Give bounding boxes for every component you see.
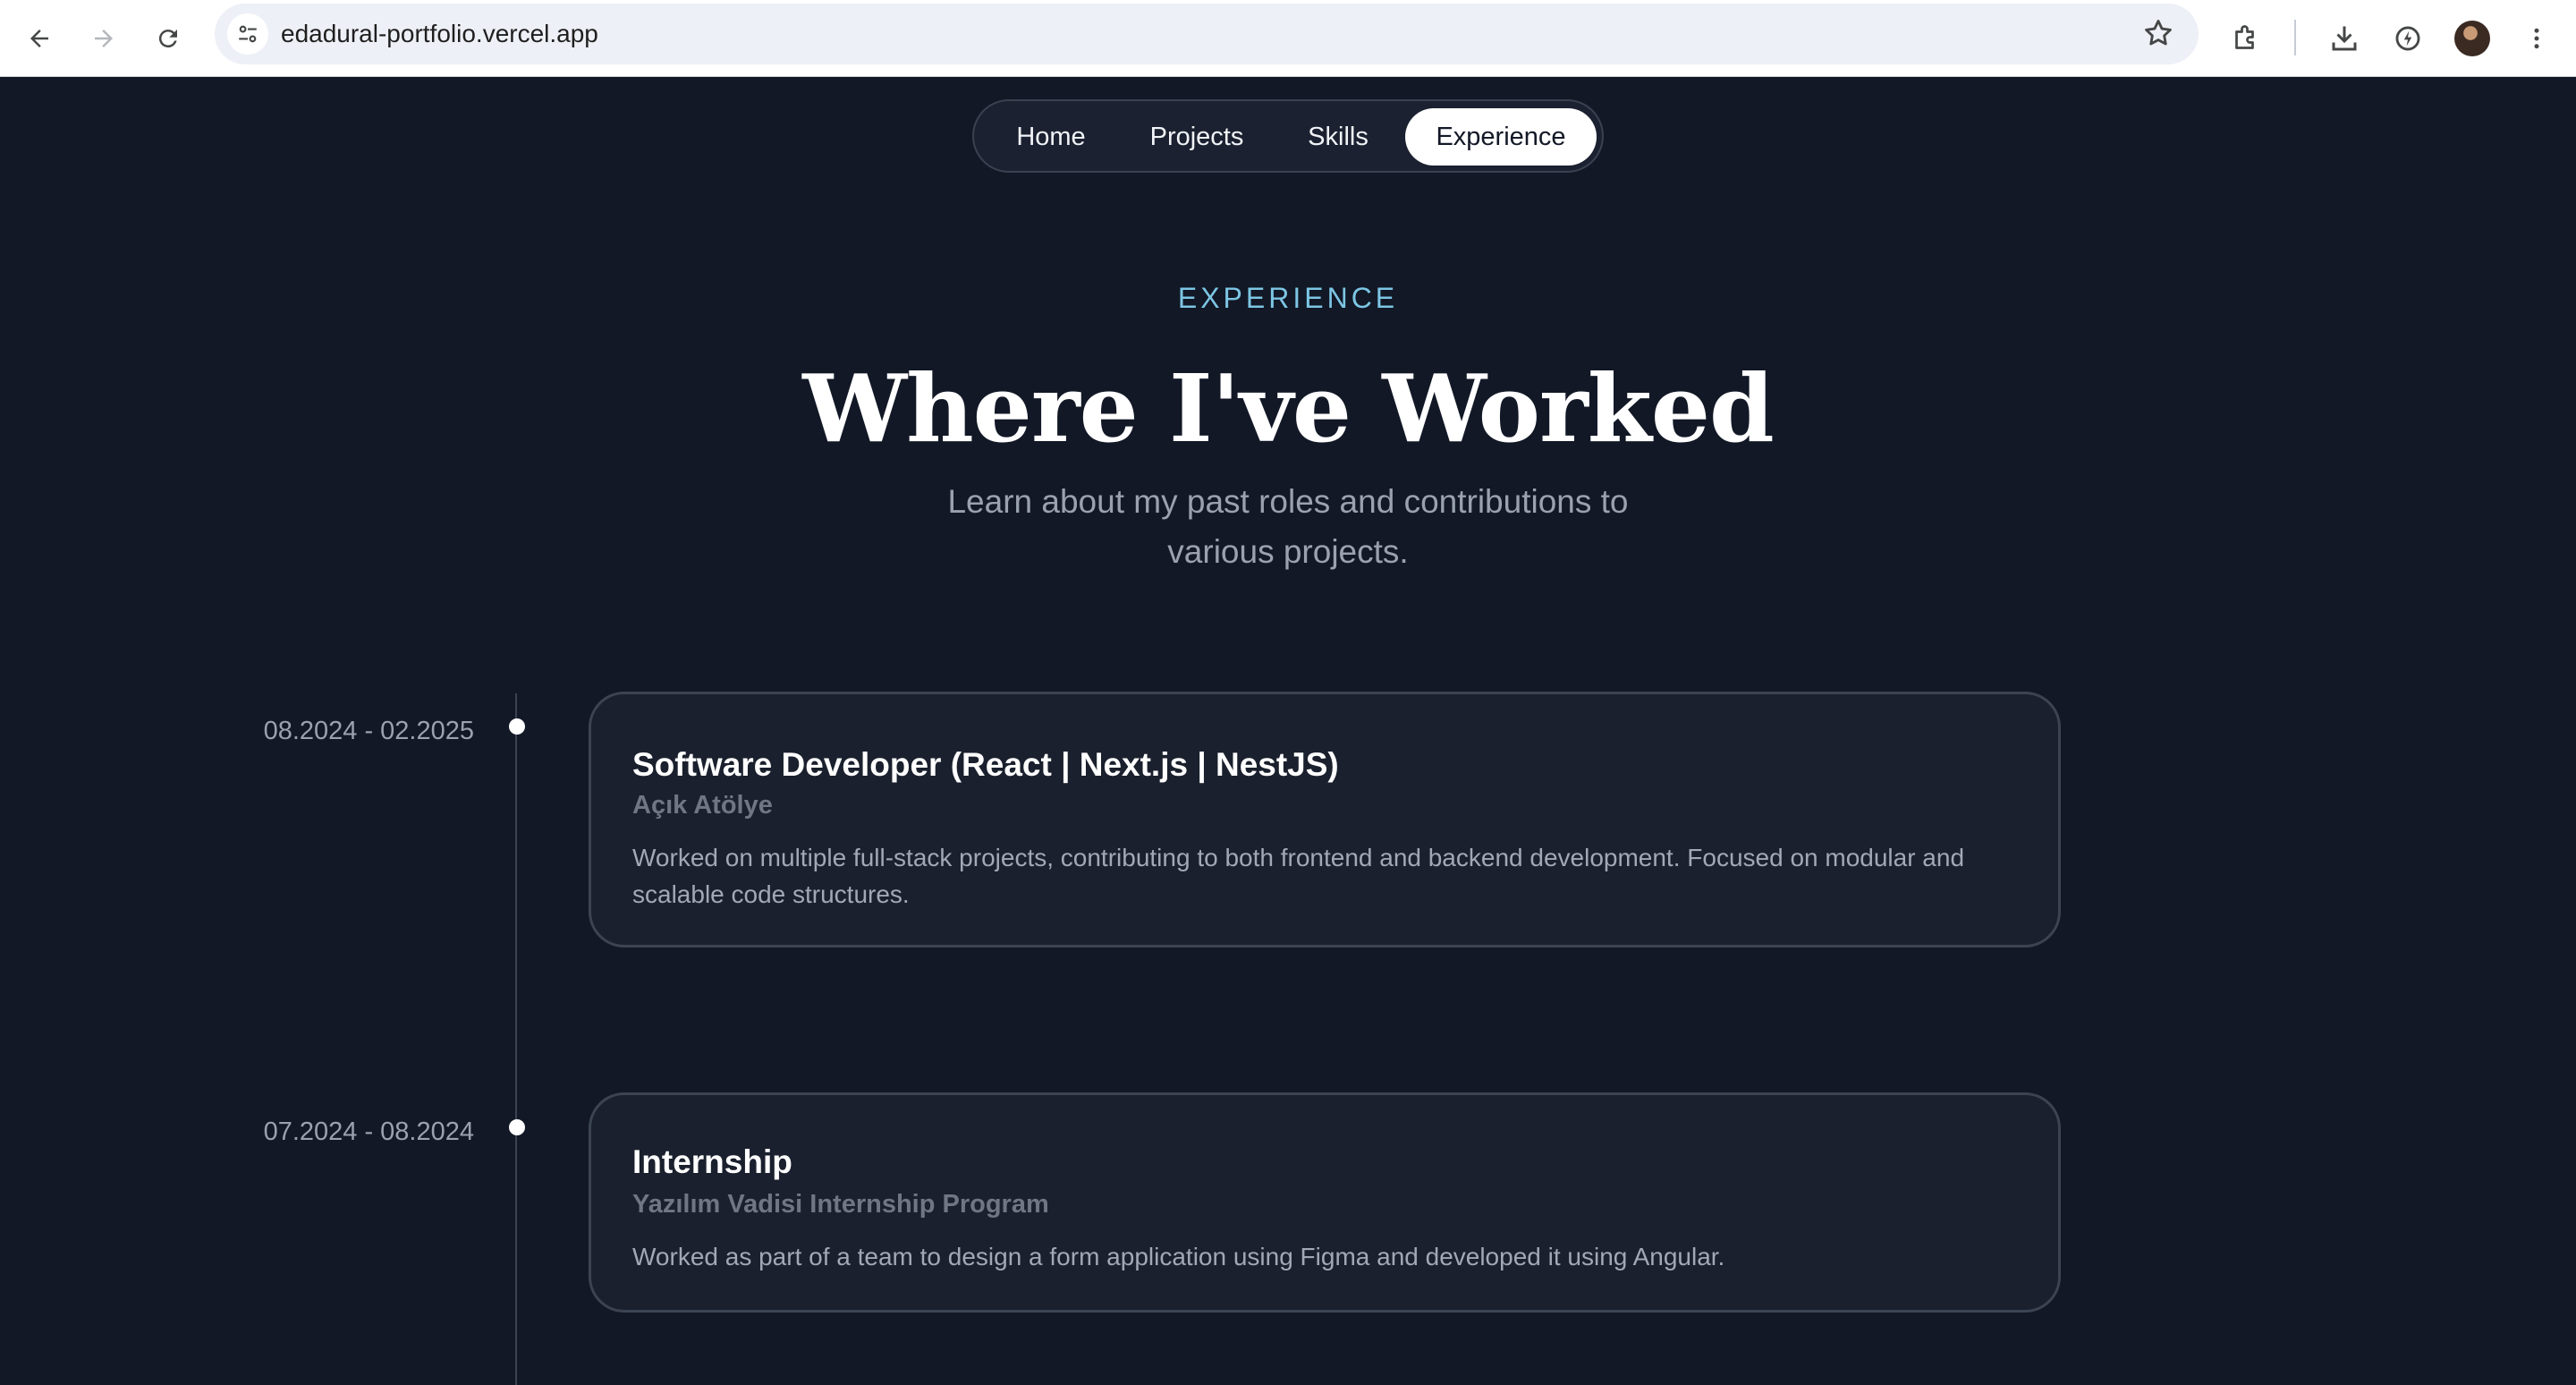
nav-projects[interactable]: Projects — [1126, 108, 1267, 166]
job-title: Software Developer (React | Next.js | Ne… — [632, 746, 1339, 783]
section-title: Where I've Worked — [802, 353, 1774, 463]
reload-icon[interactable] — [144, 14, 192, 63]
back-icon[interactable] — [15, 14, 64, 63]
company-name: Açık Atölye — [632, 791, 773, 820]
experience-card: Software Developer (React | Next.js | Ne… — [589, 692, 2061, 947]
menu-kebab-icon[interactable] — [2512, 14, 2561, 63]
toolbar-divider — [2294, 20, 2296, 55]
section-nav: Home Projects Skills Experience — [972, 99, 1604, 173]
section-eyebrow: EXPERIENCE — [1177, 282, 1399, 314]
timeline-dot — [509, 1119, 525, 1135]
browser-toolbar: edadural-portfolio.vercel.app — [0, 0, 2576, 77]
experience-date: 08.2024 - 02.2025 — [263, 717, 474, 745]
experience-card: Internship Yazılım Vadisi Internship Pro… — [589, 1092, 2061, 1313]
url-text[interactable]: edadural-portfolio.vercel.app — [281, 4, 598, 64]
nav-home[interactable]: Home — [992, 108, 1110, 166]
job-description: Worked as part of a team to design a for… — [632, 1243, 1725, 1270]
extensions-icon[interactable] — [2222, 14, 2270, 63]
profile-avatar[interactable] — [2448, 14, 2496, 63]
address-bar[interactable]: edadural-portfolio.vercel.app — [215, 4, 2199, 64]
timeline-dot — [509, 718, 525, 735]
forward-icon[interactable] — [80, 14, 128, 63]
performance-icon[interactable] — [2384, 14, 2432, 63]
experience-date: 07.2024 - 08.2024 — [263, 1117, 474, 1146]
download-icon[interactable] — [2320, 14, 2368, 63]
portfolio-page: Home Projects Skills Experience EXPERIEN… — [0, 78, 2576, 1385]
section-subtitle: Learn about my past roles and contributi… — [947, 483, 1629, 570]
timeline-line — [515, 693, 517, 1385]
bookmark-star-icon[interactable] — [2141, 16, 2175, 50]
job-description: Worked on multiple full-stack projects, … — [632, 844, 1965, 908]
site-settings-icon[interactable] — [227, 13, 268, 55]
nav-skills[interactable]: Skills — [1285, 108, 1391, 166]
company-name: Yazılım Vadisi Internship Program — [632, 1190, 1049, 1219]
nav-experience[interactable]: Experience — [1405, 108, 1597, 166]
job-title: Internship — [632, 1143, 792, 1180]
